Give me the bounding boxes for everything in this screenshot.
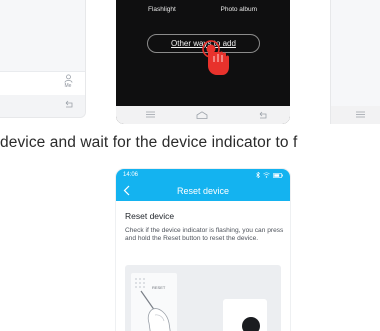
system-nav-bar [0,95,85,117]
back-arrow-icon[interactable] [64,100,74,108]
pin-hand-icon [140,290,171,331]
system-nav-bar [331,106,380,124]
left-phone-screen: Me [0,0,86,118]
tab-me[interactable]: Me [59,74,77,89]
app-header: Reset device [116,181,290,201]
tab-me-label: Me [64,83,72,89]
camera-lens-icon [242,317,260,331]
home-icon[interactable] [196,111,208,119]
status-time: 14:06 [123,172,139,178]
page-title: Reset device [176,186,230,196]
status-bar: 14:06 [116,169,290,181]
wifi-icon [263,172,270,178]
menu-icon[interactable] [356,111,365,118]
photo-album-option[interactable]: Photo album [221,6,258,13]
instruction-text: device and wait for the device indicator… [0,134,298,151]
battery-icon [273,172,283,178]
reset-instructions: Check if the device indicator is flashin… [125,227,284,243]
back-arrow-icon[interactable] [258,111,268,119]
bluetooth-icon [256,172,260,178]
system-nav-bar [116,106,290,124]
device-back-panel: RESET [131,273,177,331]
flashlight-option[interactable]: Flashlight [148,6,176,13]
section-heading: Reset device [125,211,175,221]
menu-icon[interactable] [146,111,155,118]
middle-phone-screen: Flashlight Photo album Other ways to add [116,0,290,124]
right-phone-screen [330,0,380,124]
person-icon [64,74,72,83]
reset-device-phone-screen: 14:06 Reset device Reset device Check if… [116,169,290,331]
bottom-tab-bar: Me [0,71,85,95]
tap-hand-icon [202,40,229,75]
camera-device [223,299,267,331]
reset-illustration: RESET [125,265,281,331]
